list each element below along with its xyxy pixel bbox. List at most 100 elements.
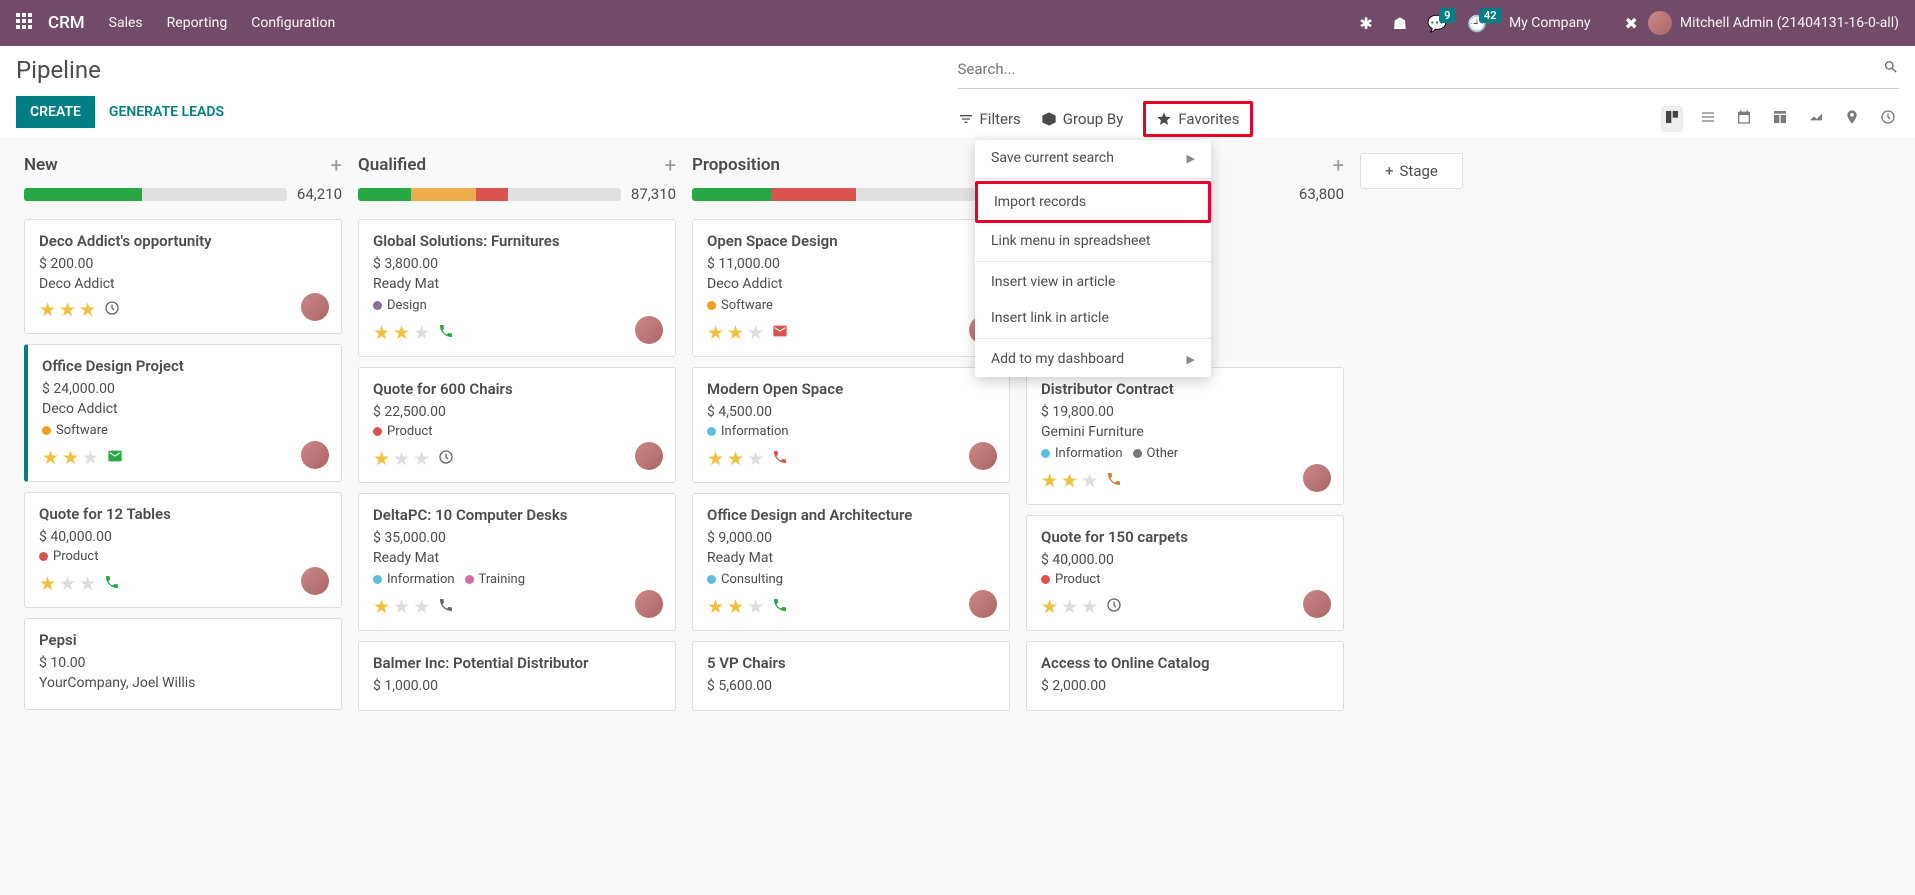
generate-leads-button[interactable]: GENERATE LEADS (109, 104, 224, 120)
priority-stars[interactable]: ★★★ (1041, 469, 1098, 492)
create-button[interactable]: CREATE (16, 96, 95, 128)
tag[interactable]: Product (39, 549, 98, 564)
kanban-card[interactable]: 5 VP Chairs$ 5,600.00 (692, 641, 1010, 711)
graph-view-icon[interactable] (1805, 106, 1827, 132)
menu-reporting[interactable]: Reporting (167, 15, 228, 31)
phone-icon[interactable] (104, 574, 120, 594)
tag[interactable]: Information (707, 424, 789, 439)
kanban-card[interactable]: DeltaPC: 10 Computer Desks$ 35,000.00Rea… (358, 493, 676, 631)
priority-stars[interactable]: ★★★ (373, 321, 430, 344)
filters-button[interactable]: Filters (958, 110, 1021, 128)
dd-insert-link[interactable]: Insert link in article (975, 300, 1211, 336)
priority-stars[interactable]: ★★★ (373, 447, 430, 470)
tag[interactable]: Information (1041, 446, 1123, 461)
dd-link-spreadsheet[interactable]: Link menu in spreadsheet (975, 223, 1211, 259)
dd-import-records[interactable]: Import records (975, 181, 1211, 223)
map-view-icon[interactable] (1841, 106, 1863, 132)
tag[interactable]: Information (373, 572, 455, 587)
priority-stars[interactable]: ★★★ (39, 572, 96, 595)
kanban-card[interactable]: Open Space Design$ 11,000.00Deco AddictS… (692, 219, 1010, 357)
priority-stars[interactable]: ★★★ (42, 446, 99, 469)
kanban-card[interactable]: Global Solutions: Furnitures$ 3,800.00Re… (358, 219, 676, 357)
priority-stars[interactable]: ★★★ (373, 595, 430, 618)
tag[interactable]: Other (1133, 446, 1179, 461)
kanban-card[interactable]: Quote for 12 Tables$ 40,000.00Product★★★ (24, 492, 342, 608)
kanban-view-icon[interactable] (1661, 106, 1683, 132)
kanban-card[interactable]: Deco Addict's opportunity$ 200.00Deco Ad… (24, 219, 342, 334)
chat-icon[interactable]: 💬9 (1427, 14, 1447, 33)
envelope-icon[interactable] (107, 448, 123, 468)
user-name[interactable]: Mitchell Admin (21404131-16-0-all) (1680, 15, 1899, 31)
assignee-avatar-icon[interactable] (969, 442, 997, 470)
search-input[interactable] (958, 56, 1884, 82)
priority-stars[interactable]: ★★★ (707, 447, 764, 470)
add-card-icon[interactable]: + (665, 153, 676, 177)
kanban-card[interactable]: Access to Online Catalog$ 2,000.00 (1026, 641, 1344, 711)
tag[interactable]: Product (373, 424, 432, 439)
priority-stars[interactable]: ★★★ (707, 595, 764, 618)
phone-icon[interactable] (772, 597, 788, 617)
assignee-avatar-icon[interactable] (635, 316, 663, 344)
menu-configuration[interactable]: Configuration (251, 15, 335, 31)
user-avatar-icon[interactable] (1648, 11, 1672, 35)
menu-sales[interactable]: Sales (109, 15, 143, 31)
kanban-card[interactable]: Quote for 150 carpets$ 40,000.00Product★… (1026, 515, 1344, 631)
activity-view-icon[interactable] (1877, 106, 1899, 132)
priority-stars[interactable]: ★★★ (39, 298, 96, 321)
assignee-avatar-icon[interactable] (1303, 464, 1331, 492)
clock-icon[interactable] (1106, 597, 1122, 617)
kanban-card[interactable]: Office Design and Architecture$ 9,000.00… (692, 493, 1010, 631)
dd-save-search[interactable]: Save current search▶ (975, 140, 1211, 176)
assignee-avatar-icon[interactable] (969, 590, 997, 618)
assignee-avatar-icon[interactable] (301, 441, 329, 469)
apps-grid-icon[interactable] (16, 13, 32, 33)
tag[interactable]: Product (1041, 572, 1100, 587)
dd-insert-view[interactable]: Insert view in article (975, 264, 1211, 300)
kanban-card[interactable]: Distributor Contract$ 19,800.00Gemini Fu… (1026, 367, 1344, 505)
envelope-icon[interactable] (772, 323, 788, 343)
phone-icon[interactable] (438, 323, 454, 343)
tag[interactable]: Design (373, 298, 427, 313)
assignee-avatar-icon[interactable] (635, 590, 663, 618)
tag[interactable]: Training (465, 572, 525, 587)
kanban-card[interactable]: Office Design Project$ 24,000.00Deco Add… (24, 344, 342, 482)
support-icon[interactable]: ☗ (1393, 14, 1407, 33)
favorites-button[interactable]: Favorites (1143, 101, 1252, 137)
assignee-avatar-icon[interactable] (301, 293, 329, 321)
column-title[interactable]: Proposition (692, 155, 780, 175)
groupby-button[interactable]: Group By (1041, 110, 1124, 128)
priority-stars[interactable]: ★★★ (1041, 595, 1098, 618)
kanban-card[interactable]: Modern Open Space$ 4,500.00Information★★… (692, 367, 1010, 483)
pivot-view-icon[interactable] (1769, 106, 1791, 132)
add-card-icon[interactable]: + (331, 153, 342, 177)
card-customer: Gemini Furniture (1041, 424, 1329, 440)
tools-icon[interactable]: ✖ (1624, 14, 1637, 33)
tag[interactable]: Software (42, 423, 108, 438)
tag[interactable]: Software (707, 298, 773, 313)
list-view-icon[interactable] (1697, 106, 1719, 132)
kanban-card[interactable]: Balmer Inc: Potential Distributor$ 1,000… (358, 641, 676, 711)
phone-icon[interactable] (1106, 471, 1122, 491)
bug-icon[interactable]: ✱ (1359, 14, 1372, 33)
dd-add-dashboard[interactable]: Add to my dashboard▶ (975, 341, 1211, 377)
company-selector[interactable]: My Company (1509, 15, 1591, 31)
assignee-avatar-icon[interactable] (1303, 590, 1331, 618)
kanban-card[interactable]: Quote for 600 Chairs$ 22,500.00Product★★… (358, 367, 676, 483)
clock-icon[interactable] (104, 300, 120, 320)
phone-icon[interactable] (772, 449, 788, 469)
tag[interactable]: Consulting (707, 572, 783, 587)
column-title[interactable]: Qualified (358, 155, 426, 175)
assignee-avatar-icon[interactable] (635, 442, 663, 470)
column-title[interactable]: New (24, 155, 58, 175)
app-brand[interactable]: CRM (48, 13, 85, 33)
clock-icon[interactable] (438, 449, 454, 469)
priority-stars[interactable]: ★★★ (707, 321, 764, 344)
calendar-view-icon[interactable] (1733, 106, 1755, 132)
activity-clock-icon[interactable]: 🕘42 (1467, 14, 1487, 33)
assignee-avatar-icon[interactable] (301, 567, 329, 595)
phone-icon[interactable] (438, 597, 454, 617)
add-card-icon[interactable]: + (1333, 153, 1344, 177)
search-icon[interactable] (1883, 59, 1899, 79)
add-stage-button[interactable]: + Stage (1360, 153, 1463, 189)
kanban-card[interactable]: Pepsi$ 10.00YourCompany, Joel Willis (24, 618, 342, 710)
